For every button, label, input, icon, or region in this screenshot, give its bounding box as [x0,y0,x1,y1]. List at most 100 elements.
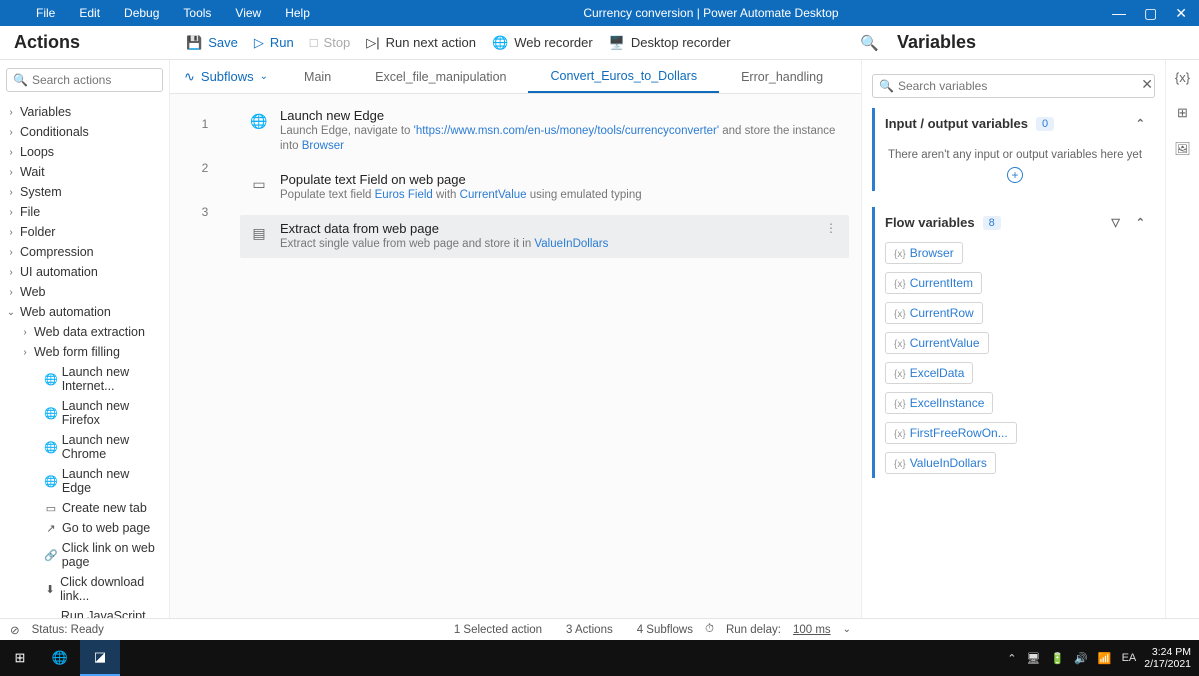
add-io-variable-button[interactable]: + [875,167,1155,191]
tree-web[interactable]: ›Web [6,282,163,302]
extract-icon: ▤ [248,223,270,245]
status-ready: Status: Ready [32,624,104,636]
tree-launch-edge[interactable]: 🌐Launch new Edge [6,464,163,498]
menu-tools[interactable]: Tools [183,6,211,20]
menu-bar: File Edit Debug Tools View Help [0,6,310,20]
status-check-icon: ⊘ [10,623,20,637]
tree-ui-automation[interactable]: ›UI automation [6,262,163,282]
globe-icon: 🌐 [44,475,58,488]
variable-currentrow[interactable]: {x}CurrentRow [885,302,983,324]
tab-main[interactable]: Main [282,60,353,93]
stop-button[interactable]: □Stop [302,31,359,54]
variable-exceldata[interactable]: {x}ExcelData [885,362,973,384]
io-variables-heading: Input / output variables [885,116,1028,131]
globe-icon: 🌐 [44,441,58,454]
run-delay-value[interactable]: 100 ms [793,624,831,636]
variable-currentvalue[interactable]: {x}CurrentValue [885,332,989,354]
variable-firstfreerow[interactable]: {x}FirstFreeRowOn... [885,422,1017,444]
start-button[interactable]: ⊞ [0,640,40,676]
menu-help[interactable]: Help [285,6,310,20]
flow-step-2[interactable]: ▭ Populate text Field on web page Popula… [240,166,849,209]
filter-icon[interactable]: ▽ [1111,216,1119,229]
tree-compression[interactable]: ›Compression [6,242,163,262]
variable-valueindollars[interactable]: {x}ValueInDollars [885,452,996,474]
tree-create-tab[interactable]: ▭Create new tab [6,498,163,518]
tree-web-data-extraction[interactable]: ›Web data extraction [6,322,163,342]
io-variables-section: Input / output variables 0 ⌃ There aren'… [872,108,1155,191]
run-next-button[interactable]: ▷|Run next action [358,31,484,55]
collapse-icon[interactable]: ⌃ [1136,216,1145,229]
web-recorder-button[interactable]: 🌐Web recorder [484,31,601,55]
run-button[interactable]: ▷Run [246,31,302,55]
desktop-recorder-button[interactable]: 🖥️Desktop recorder [601,31,739,55]
actions-search-input[interactable] [32,73,156,87]
flow-step-1[interactable]: 🌐 Launch new Edge Launch Edge, navigate … [240,102,849,160]
designer-panel: ∿ Subflows ⌄ Main Excel_file_manipulatio… [170,60,861,618]
globe-icon: 🌐 [492,35,508,51]
close-panel-icon[interactable]: ✕ [1141,76,1153,93]
tree-launch-firefox[interactable]: 🌐Launch new Firefox [6,396,163,430]
minimize-icon[interactable]: — [1112,5,1126,21]
run-delay-label: Run delay: [726,624,781,636]
tree-wait[interactable]: ›Wait [6,162,163,182]
tab-excel-file[interactable]: Excel_file_manipulation [353,60,528,93]
download-icon: ⬇ [44,583,56,596]
tree-system[interactable]: ›System [6,182,163,202]
variables-search-input[interactable] [898,79,1148,93]
collapse-icon[interactable]: ⌃ [1136,117,1145,130]
variables-search[interactable]: 🔍 [872,74,1155,98]
tab-convert-euros[interactable]: Convert_Euros_to_Dollars [528,60,719,93]
status-subflows: 4 Subflows [637,624,693,636]
variable-browser[interactable]: {x}Browser [885,242,963,264]
ui-elements-rail-icon[interactable]: ⊞ [1177,105,1188,121]
toolbar-search-icon[interactable]: 🔍 [848,30,891,56]
variable-currentitem[interactable]: {x}CurrentItem [885,272,982,294]
tab-error-handling[interactable]: Error_handling [719,60,845,93]
tree-click-download[interactable]: ⬇Click download link... [6,572,163,606]
step-title: Populate text Field on web page [280,172,841,187]
desktop-icon: 🖥️ [609,35,625,51]
close-icon[interactable]: ✕ [1175,5,1187,22]
variables-rail-icon[interactable]: {x} [1175,70,1190,85]
taskbar-edge[interactable]: 🌐 [40,640,80,676]
chevron-down-icon[interactable]: ⌄ [843,624,851,635]
flow-step-3[interactable]: ▤ Extract data from web page Extract sin… [240,215,849,258]
status-actions: 3 Actions [566,624,613,636]
taskbar-clock[interactable]: 3:24 PM 2/17/2021 [1144,646,1191,670]
tree-loops[interactable]: ›Loops [6,142,163,162]
tray-monitor-icon[interactable]: 🖥 [1027,652,1041,665]
tree-web-form-filling[interactable]: ›Web form filling [6,342,163,362]
menu-debug[interactable]: Debug [124,6,159,20]
more-icon[interactable]: ⋮ [821,221,841,235]
tree-run-js[interactable]: JSRun JavaScript functi... [6,606,163,618]
tree-folder[interactable]: ›Folder [6,222,163,242]
tray-network-icon[interactable]: 📶 [1098,652,1112,665]
tray-battery-icon[interactable]: 🔋 [1050,652,1064,665]
flow-variables-section: Flow variables 8 ▽ ⌃ {x}Browser {x}Curre… [872,207,1155,478]
subflows-dropdown[interactable]: ∿ Subflows ⌄ [170,69,282,85]
link-icon: 🔗 [44,549,58,562]
taskbar-pad[interactable]: ◪ [80,640,120,676]
maximize-icon[interactable]: ▢ [1144,5,1157,22]
tree-file[interactable]: ›File [6,202,163,222]
menu-view[interactable]: View [235,6,261,20]
tree-goto-page[interactable]: ↗Go to web page [6,518,163,538]
actions-tree: ›Variables ›Conditionals ›Loops ›Wait ›S… [6,102,163,618]
tray-volume-icon[interactable]: 🔊 [1074,652,1088,665]
tree-variables[interactable]: ›Variables [6,102,163,122]
tree-launch-ie[interactable]: 🌐Launch new Internet... [6,362,163,396]
tree-launch-chrome[interactable]: 🌐Launch new Chrome [6,430,163,464]
tab-icon: ▭ [44,502,58,515]
tray-chevron-icon[interactable]: ⌃ [1007,652,1016,665]
tray-language[interactable]: EA [1122,652,1137,664]
menu-file[interactable]: File [36,6,55,20]
tree-click-link[interactable]: 🔗Click link on web page [6,538,163,572]
images-rail-icon[interactable]: 🖼 [1174,141,1191,157]
tree-web-automation[interactable]: ⌄Web automation [6,302,163,322]
variable-excelinstance[interactable]: {x}ExcelInstance [885,392,993,414]
toolbar: Actions 💾Save ▷Run □Stop ▷|Run next acti… [0,26,1199,60]
actions-search[interactable]: 🔍 [6,68,163,92]
save-button[interactable]: 💾Save [178,31,246,55]
tree-conditionals[interactable]: ›Conditionals [6,122,163,142]
menu-edit[interactable]: Edit [79,6,100,20]
